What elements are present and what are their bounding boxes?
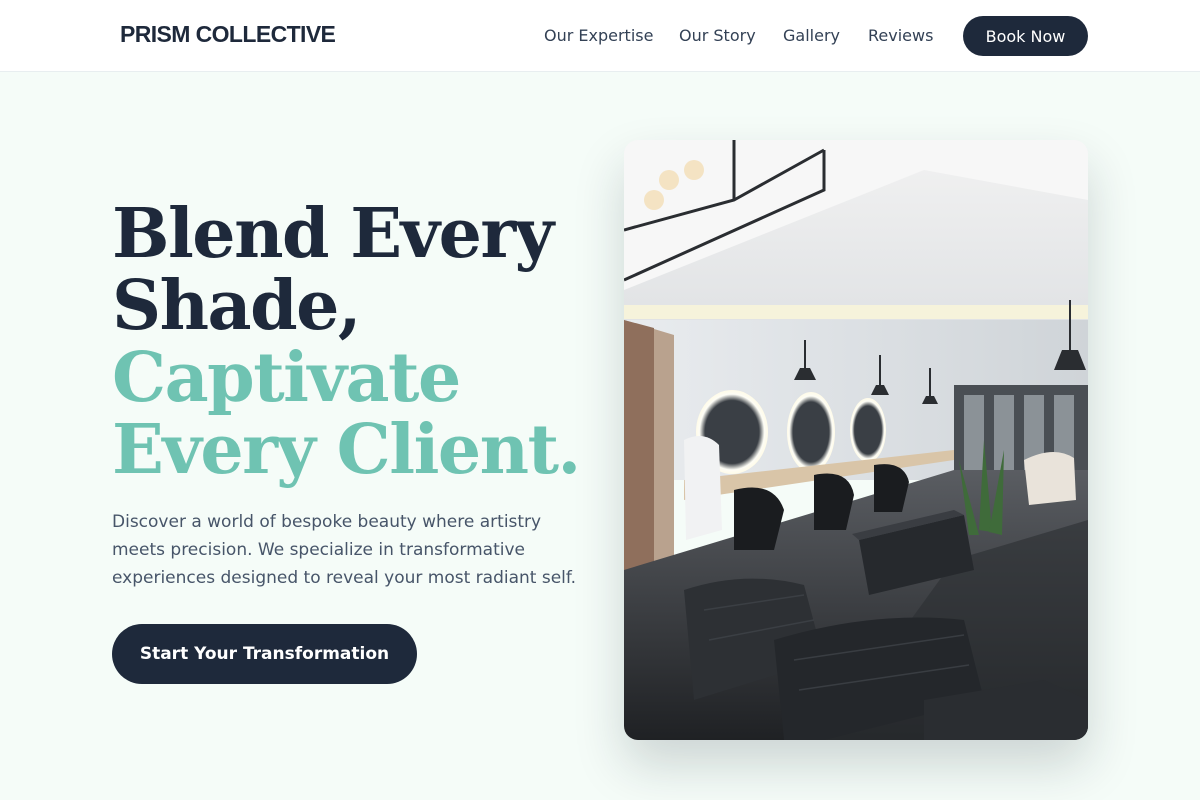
navbar: PRISM COLLECTIVE Our Expertise Our Story… xyxy=(0,0,1200,72)
hero-title-accent-line: Every Client. xyxy=(112,410,581,490)
nav-link-reviews[interactable]: Reviews xyxy=(868,26,933,45)
nav-link-our-story[interactable]: Our Story xyxy=(679,26,756,45)
start-transformation-button[interactable]: Start Your Transformation xyxy=(112,624,417,684)
nav-link-our-expertise[interactable]: Our Expertise xyxy=(544,26,653,45)
nav-link-gallery[interactable]: Gallery xyxy=(783,26,840,45)
hero-description: Discover a world of bespoke beauty where… xyxy=(112,512,577,588)
hero-title-line: Shade, xyxy=(112,266,362,346)
hero-title-accent-line: Captivate xyxy=(112,338,461,418)
hero-title-line: Blend Every xyxy=(112,194,554,274)
hero-title: Blend Every Shade, Captivate Every Clien… xyxy=(112,198,592,486)
book-now-button[interactable]: Book Now xyxy=(963,16,1088,56)
brand-logo[interactable]: PRISM COLLECTIVE xyxy=(120,21,336,48)
salon-interior-image xyxy=(624,140,1088,740)
